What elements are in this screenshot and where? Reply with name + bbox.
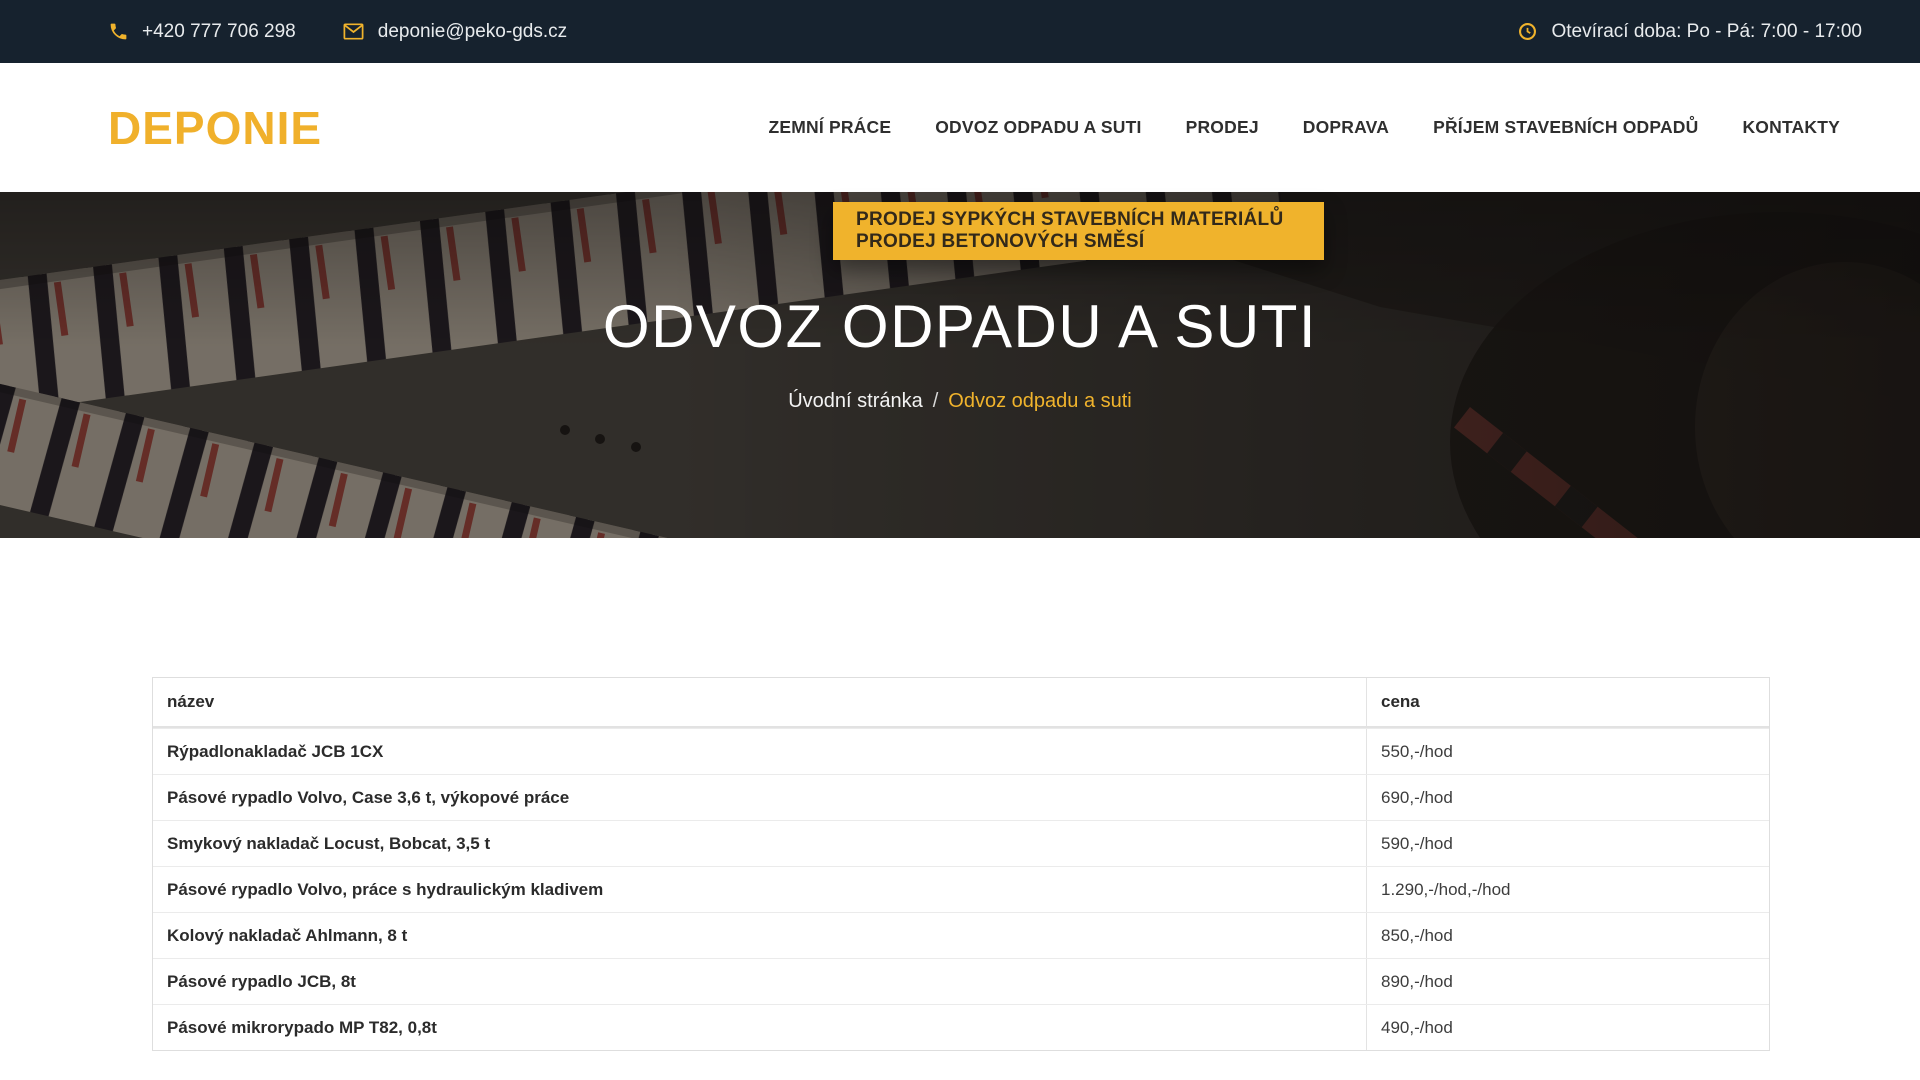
breadcrumb: Úvodní stránka / Odvoz odpadu a suti xyxy=(0,390,1920,413)
nav-item-prodej[interactable]: PRODEJ xyxy=(1186,117,1259,138)
column-header-cena: cena xyxy=(1366,678,1769,726)
machine-price: 490,-/hod xyxy=(1366,1005,1769,1050)
main-nav: ZEMNÍ PRÁCE ODVOZ ODPADU A SUTI PRODEJ D… xyxy=(768,117,1840,138)
table-row: Pásové mikrorypado MP T82, 0,8t 490,-/ho… xyxy=(153,1004,1769,1050)
machine-name: Pásové rypadlo Volvo, práce s hydraulick… xyxy=(153,867,1366,912)
nav-item-kontakty[interactable]: KONTAKTY xyxy=(1742,117,1840,138)
table-header-row: název cena xyxy=(153,678,1769,728)
table-row: Pásové rypadlo Volvo, práce s hydraulick… xyxy=(153,866,1769,912)
machine-price: 550,-/hod xyxy=(1366,729,1769,774)
machine-name: Smykový nakladač Locust, Bobcat, 3,5 t xyxy=(153,821,1366,866)
envelope-icon xyxy=(342,20,365,43)
machine-name: Rýpadlonakladač JCB 1CX xyxy=(153,729,1366,774)
machine-name: Pásové rypadlo Volvo, Case 3,6 t, výkopo… xyxy=(153,775,1366,820)
machine-price: 1.290,-/hod,-/hod xyxy=(1366,867,1769,912)
clock-icon xyxy=(1517,21,1538,42)
column-header-nazev: název xyxy=(153,678,1366,726)
breadcrumb-current-page: Odvoz odpadu a suti xyxy=(948,390,1131,412)
nav-item-zemni-prace[interactable]: ZEMNÍ PRÁCE xyxy=(768,117,891,138)
topbar-phone: +420 777 706 298 xyxy=(108,21,296,43)
breadcrumb-home-link[interactable]: Úvodní stránka xyxy=(788,390,923,412)
opening-hours-text: Otevírací doba: Po - Pá: 7:00 - 17:00 xyxy=(1551,21,1862,43)
nav-item-prijem-odpadu[interactable]: PŘÍJEM STAVEBNÍCH ODPADŮ xyxy=(1433,117,1698,138)
machine-price: 890,-/hod xyxy=(1366,959,1769,1004)
machine-price: 690,-/hod xyxy=(1366,775,1769,820)
nav-item-odvoz-odpadu[interactable]: ODVOZ ODPADU A SUTI xyxy=(935,117,1141,138)
table-row: Pásové rypadlo Volvo, Case 3,6 t, výkopo… xyxy=(153,774,1769,820)
prodej-dropdown-menu: PRODEJ SYPKÝCH STAVEBNÍCH MATERIÁLŮ PROD… xyxy=(833,202,1324,260)
nav-item-doprava[interactable]: DOPRAVA xyxy=(1303,117,1389,138)
table-row: Rýpadlonakladač JCB 1CX 550,-/hod xyxy=(153,728,1769,774)
topbar-email: deponie@peko-gds.cz xyxy=(342,20,567,43)
machine-price: 590,-/hod xyxy=(1366,821,1769,866)
phone-icon xyxy=(108,21,129,42)
table-row: Smykový nakladač Locust, Bobcat, 3,5 t 5… xyxy=(153,820,1769,866)
machine-name: Pásové mikrorypado MP T82, 0,8t xyxy=(153,1005,1366,1050)
topbar-hours: Otevírací doba: Po - Pá: 7:00 - 17:00 xyxy=(1517,21,1862,43)
logo[interactable]: DEPONIE xyxy=(108,101,322,155)
dropdown-item-betonove-smesi[interactable]: PRODEJ BETONOVÝCH SMĚSÍ xyxy=(833,219,1167,264)
email-link[interactable]: deponie@peko-gds.cz xyxy=(378,21,567,43)
machine-name: Kolový nakladač Ahlmann, 8 t xyxy=(153,913,1366,958)
machine-name: Pásové rypadlo JCB, 8t xyxy=(153,959,1366,1004)
breadcrumb-separator: / xyxy=(933,390,939,412)
price-table: název cena Rýpadlonakladač JCB 1CX 550,-… xyxy=(152,677,1770,1051)
site-header: DEPONIE ZEMNÍ PRÁCE ODVOZ ODPADU A SUTI … xyxy=(0,63,1920,192)
page-title: ODVOZ ODPADU A SUTI xyxy=(0,292,1920,361)
machine-price: 850,-/hod xyxy=(1366,913,1769,958)
table-row: Kolový nakladač Ahlmann, 8 t 850,-/hod xyxy=(153,912,1769,958)
table-row: Pásové rypadlo JCB, 8t 890,-/hod xyxy=(153,958,1769,1004)
phone-link[interactable]: +420 777 706 298 xyxy=(142,21,296,43)
topbar: +420 777 706 298 deponie@peko-gds.cz Ote… xyxy=(0,0,1920,63)
topbar-contact-group: +420 777 706 298 deponie@peko-gds.cz xyxy=(108,20,567,43)
